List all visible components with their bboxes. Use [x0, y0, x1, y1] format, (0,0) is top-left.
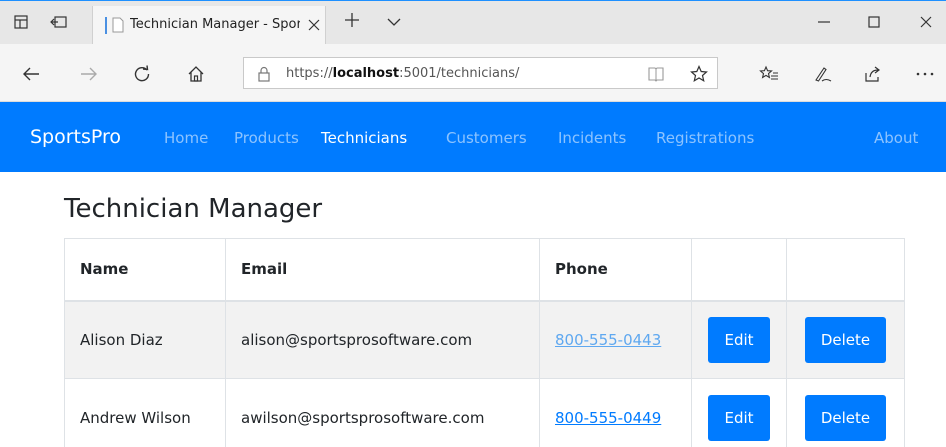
- share-icon[interactable]: [862, 63, 884, 85]
- maximize-icon[interactable]: [862, 11, 886, 33]
- address-bar[interactable]: https://localhost:5001/technicians/: [243, 57, 718, 89]
- tab-preview-icon[interactable]: [10, 11, 32, 33]
- url-host: localhost: [332, 66, 400, 81]
- more-options-icon[interactable]: [914, 63, 936, 85]
- technician-table: Name Email Phone Alison Diaz alison@spor…: [64, 238, 905, 447]
- tab-title: Technician Manager - SportsPro: [130, 17, 300, 32]
- browser-tab-strip: Technician Manager - SportsPro: [0, 0, 946, 45]
- brand-link[interactable]: SportsPro: [30, 126, 121, 148]
- col-header-edit: [691, 238, 787, 302]
- nav-registrations[interactable]: Registrations: [656, 129, 754, 147]
- favorites-hub-icon[interactable]: [758, 63, 780, 85]
- nav-incidents[interactable]: Incidents: [558, 129, 626, 147]
- browser-tab[interactable]: Technician Manager - SportsPro: [92, 6, 326, 45]
- cell-name: Andrew Wilson: [64, 378, 226, 447]
- back-icon[interactable]: [20, 63, 42, 85]
- chevron-down-icon[interactable]: [386, 13, 402, 32]
- cell-delete: Delete: [786, 300, 905, 379]
- lock-icon: [258, 66, 270, 86]
- nav-technicians[interactable]: Technicians: [321, 129, 407, 147]
- home-icon[interactable]: [185, 63, 207, 85]
- new-tab-icon[interactable]: [343, 11, 361, 33]
- forward-icon[interactable]: [78, 63, 100, 85]
- tab-accent: [105, 17, 107, 34]
- cell-email: awilson@sportsprosoftware.com: [225, 378, 540, 447]
- nav-home[interactable]: Home: [164, 129, 208, 147]
- col-header-email: Email: [225, 238, 540, 302]
- page-title: Technician Manager: [64, 194, 323, 224]
- cell-phone: 800-555-0443: [539, 300, 692, 379]
- close-window-icon[interactable]: [914, 11, 938, 33]
- nav-products[interactable]: Products: [234, 129, 299, 147]
- set-tabs-aside-icon[interactable]: [48, 11, 70, 33]
- col-header-delete: [786, 238, 905, 302]
- cell-edit: Edit: [691, 300, 787, 379]
- col-header-name: Name: [64, 238, 226, 302]
- delete-button[interactable]: Delete: [804, 316, 887, 363]
- browser-toolbar: https://localhost:5001/technicians/: [0, 44, 946, 102]
- app-navbar: SportsPro Home Products Technicians Cust…: [0, 102, 946, 172]
- refresh-icon[interactable]: [131, 63, 153, 85]
- address-url: https://localhost:5001/technicians/: [286, 66, 519, 81]
- col-header-phone: Phone: [539, 238, 692, 302]
- table-header-row: Name Email Phone: [64, 238, 905, 302]
- url-scheme: https://: [286, 66, 333, 81]
- favorite-star-icon[interactable]: [689, 64, 709, 84]
- phone-link[interactable]: 800-555-0449: [555, 409, 661, 427]
- cell-email: alison@sportsprosoftware.com: [225, 300, 540, 379]
- cell-name: Alison Diaz: [64, 300, 226, 379]
- nav-about[interactable]: About: [874, 129, 918, 147]
- reading-view-icon[interactable]: [646, 64, 666, 84]
- cell-phone: 800-555-0449: [539, 378, 692, 447]
- url-path: :5001/technicians/: [399, 66, 520, 81]
- cell-edit: Edit: [691, 378, 787, 447]
- close-tab-icon[interactable]: [305, 16, 323, 34]
- nav-customers[interactable]: Customers: [446, 129, 527, 147]
- pen-notes-icon[interactable]: [812, 63, 834, 85]
- delete-button[interactable]: Delete: [804, 394, 887, 441]
- phone-link[interactable]: 800-555-0443: [555, 331, 661, 349]
- minimize-icon[interactable]: [812, 11, 836, 33]
- table-row: Alison Diaz alison@sportsprosoftware.com…: [64, 300, 905, 379]
- edit-button[interactable]: Edit: [708, 394, 770, 441]
- cell-delete: Delete: [786, 378, 905, 447]
- page-favicon-icon: [112, 17, 124, 37]
- table-row: Andrew Wilson awilson@sportsprosoftware.…: [64, 378, 905, 447]
- edit-button[interactable]: Edit: [708, 316, 770, 363]
